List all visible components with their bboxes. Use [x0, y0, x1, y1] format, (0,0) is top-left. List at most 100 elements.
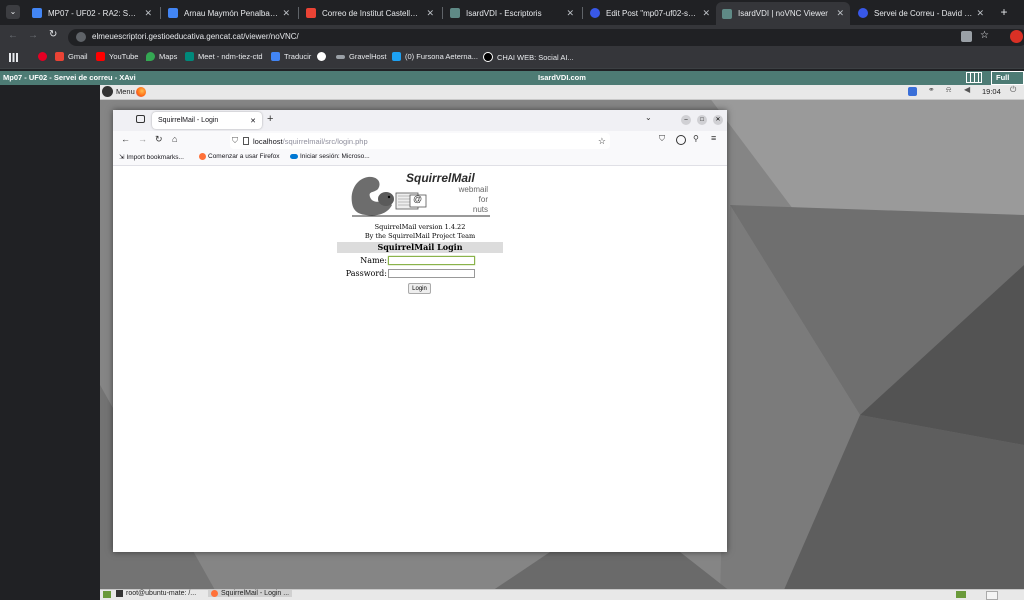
password-label: Password:	[345, 269, 387, 278]
address-bar[interactable]: elmeuescriptori.gestioeducativa.gencat.c…	[68, 29, 1024, 46]
bookmark-label: Meet - ndm-tiez-ctd	[198, 52, 263, 61]
bookmark-item[interactable]: Gmail	[55, 52, 88, 61]
close-tab-icon[interactable]: ✕	[976, 8, 984, 19]
reload-icon[interactable]: ↻	[49, 29, 57, 40]
minimize-button[interactable]: –	[681, 115, 691, 125]
browser-tab[interactable]: Arnau Maymón Penalba - mp0 ✕	[162, 3, 296, 23]
bookmark-item[interactable]: Comenzar a usar Firefox	[199, 153, 280, 160]
forward-icon[interactable]: →	[138, 134, 147, 144]
site-info-icon[interactable]	[76, 32, 86, 42]
bell-icon[interactable]: ⍾	[946, 85, 951, 95]
forward-icon[interactable]: →	[28, 30, 38, 41]
close-tab-icon[interactable]: ✕	[566, 8, 574, 19]
bookmark-item[interactable]: GravelHost	[336, 52, 387, 61]
reload-icon[interactable]: ↻	[155, 134, 163, 145]
password-input[interactable]	[388, 269, 475, 278]
translate-icon[interactable]	[961, 31, 972, 42]
bookmark-star-icon[interactable]: ☆	[598, 136, 606, 147]
squirrelmail-login-page: SquirrelMail @ webmail for nuts Squirrel…	[113, 166, 727, 552]
maps-icon	[146, 52, 155, 61]
google-icon	[317, 52, 326, 61]
firefox-icon	[199, 153, 206, 160]
bookmark-item[interactable]: Meet - ndm-tiez-ctd	[185, 52, 263, 61]
fullscreen-button[interactable]: Full Scre	[991, 71, 1024, 94]
extensions-icon[interactable]: ⚲	[693, 134, 699, 143]
firefox-navbar: ← → ↻ ⌂ ⛉ localhost /squirrelmail/src/lo…	[113, 131, 727, 151]
volume-icon[interactable]: ◀	[964, 85, 970, 94]
browser-tab[interactable]: Edit Post "mp07-uf02-servei_co ✕	[584, 3, 716, 23]
menu-button[interactable]: Menu	[102, 86, 135, 97]
bookmark-item[interactable]: Iniciar sesión: Microso...	[290, 153, 370, 160]
tab-title: IsardVDI - Escriptoris	[466, 8, 542, 18]
tab-divider	[582, 7, 583, 19]
taskbar-item-terminal[interactable]: root@ubuntu-mate: /...	[116, 590, 196, 597]
home-icon[interactable]: ⌂	[172, 134, 177, 144]
bookmark-item[interactable]: (0) Fursona Aeterna...	[392, 52, 478, 61]
close-tab-icon[interactable]: ✕	[836, 8, 844, 19]
close-tab-icon[interactable]: ✕	[426, 8, 434, 19]
browser-tab[interactable]: Correo de Institut Castellbisbal ✕	[300, 3, 440, 23]
maximize-button[interactable]: □	[697, 115, 707, 125]
bookmark-item[interactable]: Maps	[146, 52, 177, 61]
browser-tab[interactable]: MP07 - UF02 - RA2: Servei de C ✕	[26, 3, 158, 23]
login-button[interactable]: Login	[408, 283, 431, 294]
bookmark-item[interactable]: Traducir	[271, 52, 311, 61]
firefox-launcher-icon[interactable]	[136, 87, 146, 97]
link-icon[interactable]: ⚭	[928, 85, 935, 94]
bookmark-label: (0) Fursona Aeterna...	[405, 52, 478, 61]
star-icon[interactable]: ☆	[980, 30, 989, 41]
workspace-switcher[interactable]	[956, 591, 966, 598]
apps-icon[interactable]	[9, 53, 18, 62]
url-path: /squirrelmail/src/login.php	[282, 136, 368, 146]
firefox-url-bar[interactable]: ⛉ localhost /squirrelmail/src/login.php …	[230, 133, 610, 149]
twitter-icon	[392, 52, 401, 61]
bookmark-item[interactable]	[317, 52, 330, 61]
clock[interactable]: 19:04	[982, 87, 1001, 96]
profile-icon[interactable]	[1010, 30, 1023, 43]
browser-tab[interactable]: Servei de Correu - David Pérez ✕	[852, 3, 990, 23]
close-window-button[interactable]: ✕	[713, 115, 723, 125]
close-tab-icon[interactable]: ✕	[282, 8, 290, 19]
close-tab-icon[interactable]: ✕	[144, 8, 152, 19]
name-input[interactable]	[388, 256, 475, 265]
shield-icon: ⛉	[232, 136, 238, 145]
taskbar-label: SquirrelMail - Login ...	[221, 590, 290, 597]
bookmark-label: Iniciar sesión: Microso...	[300, 153, 370, 160]
back-icon[interactable]: ←	[121, 134, 130, 144]
team-text: By the SquirrelMail Project Team	[364, 232, 476, 240]
new-tab-button[interactable]: +	[267, 113, 273, 125]
taskbar-item-firefox[interactable]: SquirrelMail - Login ...	[208, 590, 293, 597]
close-tab-icon[interactable]: ✕	[702, 8, 710, 19]
app-menu-icon[interactable]: ≡	[711, 133, 716, 143]
bookmark-item[interactable]: YouTube	[96, 52, 138, 61]
bookmark-item[interactable]: CHAI WEB: Social AI...	[483, 52, 574, 62]
new-tab-button[interactable]: +	[996, 4, 1012, 20]
tab-title: IsardVDI | noVNC Viewer	[738, 9, 828, 18]
firefox-bookmarks-bar: ⇲ Import bookmarks... Comenzar a usar Fir…	[113, 151, 727, 166]
back-icon[interactable]: ←	[8, 30, 18, 41]
url-text: elmeuescriptori.gestioeducativa.gencat.c…	[92, 32, 299, 41]
list-tabs-icon[interactable]: ⌄	[645, 113, 652, 122]
tab-divider	[442, 7, 443, 19]
browser-tab-active[interactable]: IsardVDI | noVNC Viewer ✕	[716, 2, 850, 25]
bookmark-item[interactable]: ⇲ Import bookmarks...	[119, 153, 184, 162]
tab-title: SquirrelMail - Login	[158, 117, 219, 124]
mate-top-panel: Menu ⚭ ⍾ ◀ 19:04 ⏻	[100, 85, 1024, 100]
close-tab-icon[interactable]: ✕	[250, 117, 256, 125]
logo-title: SquirrelMail	[406, 171, 475, 185]
account-icon[interactable]	[676, 135, 686, 145]
logo-tag-nuts: nuts	[472, 205, 488, 214]
bookmark-item[interactable]	[38, 52, 51, 61]
url-host: localhost	[253, 136, 283, 146]
pocket-icon[interactable]: ⛉	[659, 134, 665, 144]
power-icon[interactable]: ⏻	[1010, 85, 1016, 95]
firefox-icon	[211, 590, 218, 597]
bookmark-label: YouTube	[109, 52, 139, 61]
tab-title: Servei de Correu - David Pérez	[874, 8, 972, 18]
network-icon[interactable]	[908, 87, 917, 96]
tab-search-button[interactable]: ⌄	[6, 5, 20, 19]
firefox-view-icon[interactable]	[136, 115, 145, 123]
browser-tab[interactable]: IsardVDI - Escriptoris ✕	[444, 3, 580, 23]
firefox-tab[interactable]: SquirrelMail - Login ✕	[152, 112, 262, 129]
show-desktop-icon[interactable]	[103, 591, 111, 598]
